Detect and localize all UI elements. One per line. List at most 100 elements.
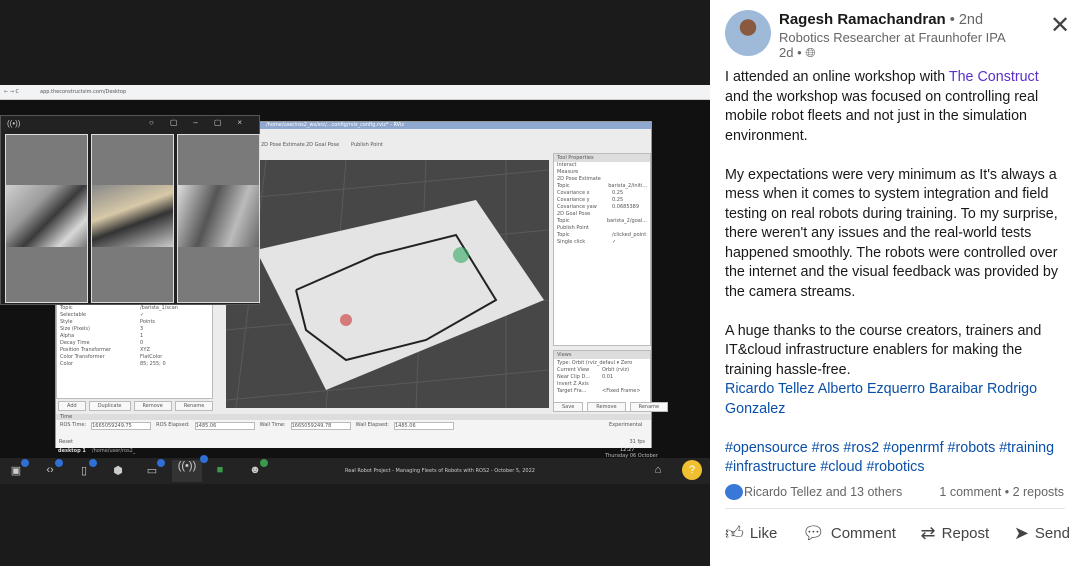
panel-button[interactable]: Rename bbox=[174, 401, 214, 411]
repost-icon: ⇄ bbox=[920, 522, 936, 543]
browser-bar: ← → C app.theconstructsim.com/Desktop bbox=[0, 85, 710, 100]
paragraph-3: A huge thanks to the course creators, tr… bbox=[725, 322, 1042, 378]
property-row[interactable]: Covariance y 0.25 bbox=[554, 197, 650, 204]
author-name[interactable]: Ragesh Ramachandran bbox=[779, 11, 946, 28]
property-row[interactable]: Size (Pixels) 3 bbox=[57, 326, 212, 333]
experimental-checkbox[interactable]: Experimental bbox=[609, 422, 642, 430]
views-type-select[interactable]: Orbit (rviz_defaul ▾ bbox=[572, 360, 619, 366]
property-row[interactable]: Selectable ✓ bbox=[57, 312, 212, 319]
notebook-icon[interactable]: ▯ bbox=[77, 459, 97, 478]
property-row[interactable]: Publish Point bbox=[554, 225, 650, 232]
property-value: 85; 255; 0 bbox=[140, 361, 166, 367]
property-name: Covariance x bbox=[557, 190, 590, 196]
property-row[interactable]: Color Transformer FlatColor bbox=[57, 354, 212, 361]
antenna-taskbar-icon[interactable]: ((•)) bbox=[172, 455, 208, 482]
desktop-tab[interactable]: desktop 1 bbox=[58, 448, 86, 454]
monitor-icon[interactable]: ▭ bbox=[145, 459, 165, 478]
property-value: 0.0685389 bbox=[612, 204, 640, 210]
avatar[interactable] bbox=[725, 10, 771, 56]
tool-publish-point[interactable]: Publish Point bbox=[351, 142, 383, 148]
time-panel: Time ROS Time: 1665059249.75 ROS Elapsed:… bbox=[56, 414, 651, 448]
property-row[interactable]: Single click ✓ bbox=[554, 239, 650, 246]
property-row[interactable]: Alpha 1 bbox=[57, 333, 212, 340]
property-row[interactable]: Target Fra... <Fixed Frame> bbox=[554, 388, 650, 395]
wall-elapsed-field[interactable]: 1485.06 bbox=[393, 422, 454, 430]
property-value: XYZ bbox=[140, 347, 150, 353]
property-row[interactable]: Topic/clicked_point bbox=[554, 232, 650, 239]
panel-button[interactable]: Remove bbox=[587, 402, 626, 412]
displays-panel: Topic/barista_1/scan Selectable ✓ Style Poin… bbox=[56, 304, 213, 399]
antenna-icon: ((•)) bbox=[7, 119, 21, 128]
help-button[interactable]: ? bbox=[682, 460, 702, 480]
tool-pose-estimate[interactable]: 2D Pose Estimate bbox=[261, 142, 305, 148]
property-row[interactable]: Topic barista_2/initi... bbox=[554, 183, 650, 190]
robot-icon[interactable]: ☻ bbox=[248, 459, 268, 478]
tool-goal-pose[interactable]: 2D Goal Pose bbox=[306, 142, 339, 148]
panel-button[interactable]: Remove bbox=[133, 401, 172, 411]
property-row[interactable]: Near Clip D... 0.01 bbox=[554, 374, 650, 381]
book-icon[interactable]: ■ bbox=[213, 464, 227, 478]
panel-button[interactable]: Add bbox=[58, 401, 86, 411]
repost-button[interactable]: ⇄ Repost bbox=[921, 522, 990, 544]
home-icon[interactable]: ⌂ bbox=[651, 464, 665, 478]
terminal-tab[interactable]: /home/user/ros2_ bbox=[92, 448, 135, 454]
property-row[interactable]: Color 85; 255; 0 bbox=[57, 361, 212, 368]
property-name: Topic bbox=[557, 232, 570, 238]
3d-viewport[interactable] bbox=[226, 160, 549, 408]
property-name: Covariance yaw bbox=[557, 204, 597, 210]
nav-icons[interactable]: ← → C bbox=[4, 89, 19, 95]
ros-time-field[interactable]: 1665059249.75 bbox=[91, 422, 152, 430]
wall-time-label: Wall Time: bbox=[259, 422, 286, 428]
like-button[interactable]: 👍︎ Like bbox=[725, 522, 777, 544]
property-row[interactable]: Position Transformer XYZ bbox=[57, 347, 212, 354]
property-row[interactable]: Decay Time 0 bbox=[57, 340, 212, 347]
property-row[interactable]: Interact bbox=[554, 162, 650, 169]
property-row[interactable]: 2D Pose Estimate bbox=[554, 176, 650, 183]
property-row[interactable]: Covariance x 0.25 bbox=[554, 190, 650, 197]
post-panel: Ragesh Ramachandran • 2nd Robotics Resea… bbox=[710, 0, 1080, 566]
the-construct-link[interactable]: The Construct bbox=[949, 69, 1039, 85]
post-time: 2d • bbox=[779, 45, 802, 60]
property-row[interactable]: Topic/barista_1/scan bbox=[57, 305, 212, 312]
post-media[interactable]: ← → C app.theconstructsim.com/Desktop /h… bbox=[0, 0, 710, 566]
ros-elapsed-field[interactable]: 1485.06 bbox=[194, 422, 255, 430]
connection-degree: • 2nd bbox=[949, 12, 984, 28]
wall-elapsed-label: Wall Elapsed: bbox=[355, 422, 389, 428]
cube-icon[interactable]: ⬢ bbox=[111, 464, 125, 478]
reset-button[interactable]: Reset bbox=[59, 439, 73, 445]
code-icon[interactable]: ‹› bbox=[43, 459, 63, 478]
mentions[interactable]: Ricardo Tellez Alberto Ezquerro Baraibar… bbox=[725, 380, 1065, 419]
camera-window[interactable]: ((•)) ○▢–▢× bbox=[0, 115, 260, 305]
panel-button[interactable]: Duplicate bbox=[88, 401, 131, 411]
property-row[interactable]: Invert Z Axis bbox=[554, 381, 650, 388]
camera-feed-2 bbox=[91, 134, 174, 303]
property-value: Orbit (rviz) bbox=[602, 367, 630, 373]
property-value: ✓ bbox=[140, 312, 145, 318]
property-row[interactable]: 2D Goal Pose bbox=[554, 211, 650, 218]
panel-button[interactable]: Save bbox=[553, 402, 584, 412]
terminal-icon[interactable]: ▣ bbox=[9, 459, 29, 478]
reactions-count[interactable]: Ricardo Tellez and 13 others bbox=[744, 485, 902, 499]
property-value: barista_2/initi... bbox=[608, 183, 647, 189]
close-icon[interactable]: ✕ bbox=[1050, 14, 1070, 38]
camera-feed-1 bbox=[5, 134, 88, 303]
window-controls[interactable]: ○▢–▢× bbox=[149, 118, 258, 127]
property-row[interactable]: Style Points bbox=[57, 319, 212, 326]
property-row[interactable]: Topic barista_2/goal... bbox=[554, 218, 650, 225]
comment-button[interactable]: 💬︎ Comment bbox=[802, 522, 896, 544]
ros-elapsed-label: ROS Elapsed: bbox=[156, 422, 190, 428]
property-row[interactable]: Covariance yaw 0.0685389 bbox=[554, 204, 650, 211]
map-render bbox=[226, 160, 549, 408]
fps-readout: 31 fps bbox=[629, 439, 646, 445]
hashtags[interactable]: #opensource #ros #ros2 #openrmf #robots … bbox=[725, 439, 1065, 478]
property-value: 1 bbox=[140, 333, 144, 339]
send-button[interactable]: ➤ Send bbox=[1014, 522, 1070, 544]
zero-button[interactable]: Zero bbox=[621, 360, 633, 366]
property-row[interactable]: Measure bbox=[554, 169, 650, 176]
url-bar[interactable]: app.theconstructsim.com/Desktop bbox=[40, 89, 126, 95]
wall-time-field[interactable]: 1665059249.78 bbox=[290, 422, 351, 430]
like-label: Like bbox=[749, 524, 778, 542]
property-row[interactable]: Current View Orbit (rviz) bbox=[554, 367, 650, 374]
comments-reposts-count[interactable]: 1 comment • 2 reposts bbox=[939, 485, 1064, 499]
panel-button[interactable]: Rename bbox=[629, 402, 669, 412]
